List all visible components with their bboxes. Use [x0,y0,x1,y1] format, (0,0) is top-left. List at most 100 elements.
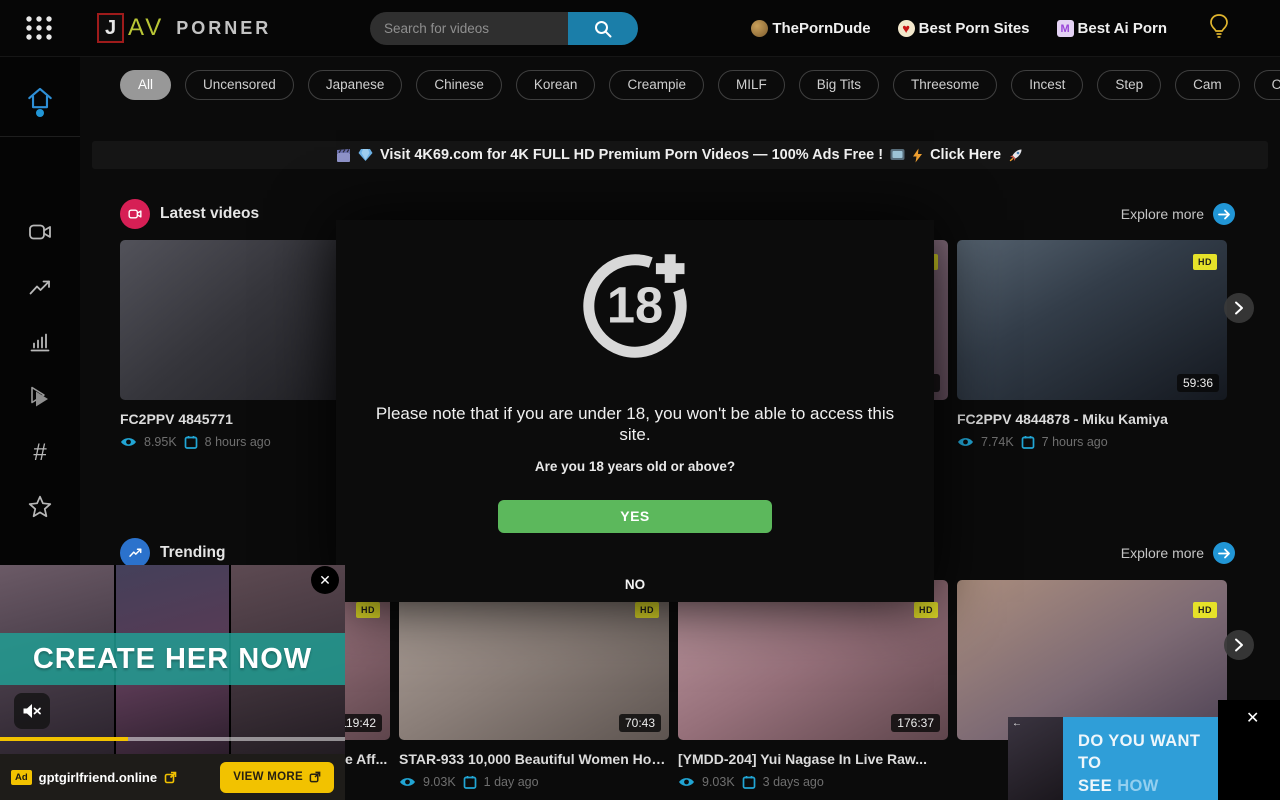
video-card[interactable]: HD 70:43 STAR-933 10,000 Beautiful Women… [399,580,669,789]
link-best-ai-porn[interactable]: M Best Ai Porn [1057,20,1167,37]
search-bar [370,12,638,45]
search-button[interactable] [568,12,638,45]
video-thumbnail[interactable]: HD [957,580,1227,740]
link-label: Best Porn Sites [919,20,1030,37]
view-more-button[interactable]: VIEW MORE [220,762,334,793]
purple-m-icon: M [1057,20,1074,37]
arrow-right-icon [1213,203,1235,225]
ad-close-button[interactable]: ✕ [311,566,339,594]
chip-incest[interactable]: Incest [1011,70,1083,100]
chip-creampie[interactable]: Creampie [609,70,704,100]
chip-japanese[interactable]: Japanese [308,70,403,100]
back-arrow-icon: ← [1012,718,1022,729]
ad-right-close-button[interactable]: ✕ [1246,708,1259,728]
hd-badge: HD [914,602,938,618]
bar-chart-icon [27,330,53,354]
ad-thumbnail-placeholder: ← [1008,717,1063,800]
latest-explore-more[interactable]: Explore more [1121,198,1235,230]
video-card[interactable]: HD 176:37 [YMDD-204] Yui Nagase In Live … [678,580,948,789]
video-thumbnail[interactable]: HD 70:43 [399,580,669,740]
view-count: 9.03K [423,775,456,789]
trending-next-arrow[interactable] [1224,630,1254,660]
logo-av: AV [128,14,164,42]
chip-uncensored[interactable]: Uncensored [185,70,294,100]
video-card[interactable]: HD [957,580,1227,740]
hashtag-icon: # [27,439,53,467]
trending-icon [120,538,150,568]
chip-chinese[interactable]: Chinese [416,70,502,100]
video-thumbnail[interactable]: HD 176:37 [678,580,948,740]
ad-domain-group[interactable]: Ad gptgirlfriend.online [11,770,177,785]
tv-icon [890,148,905,162]
section-title: Latest videos [160,205,259,223]
rocket-icon [1008,147,1024,163]
calendar-icon [184,435,198,449]
trending-up-icon [128,546,143,560]
latest-videos-header: Latest videos [120,198,259,230]
sidebar-item-favorites[interactable] [0,487,80,527]
header-links: ThePornDude ♥ Best Porn Sites M Best Ai … [751,0,1230,57]
lightbulb-icon[interactable] [1208,13,1230,44]
chip-cam[interactable]: Cam [1175,70,1240,100]
trending-explore-more[interactable]: Explore more [1121,537,1235,569]
site-logo[interactable]: J AV PORNER [97,13,271,43]
calendar-icon [1021,435,1035,449]
promo-banner[interactable]: Visit 4K69.com for 4K FULL HD Premium Po… [92,141,1268,169]
yes-button[interactable]: YES [498,500,772,533]
logo-porner: PORNER [176,18,271,39]
video-duration: 70:43 [619,714,661,732]
link-theporndude[interactable]: ThePornDude [751,20,870,37]
ad-banner-band[interactable]: CREATE HER NOW [0,633,345,685]
chip-all[interactable]: All [120,70,171,100]
view-count: 7.74K [981,435,1014,449]
video-title[interactable]: STAR-933 10,000 Beautiful Women Honj... [399,751,669,767]
chip-big-tits[interactable]: Big Tits [799,70,879,100]
trending-up-icon [27,276,53,300]
bottom-right-ad[interactable]: ← DO YOU WANT TO SEE HOW [1008,717,1218,800]
video-duration: 59:36 [1177,374,1219,392]
play-icon [27,384,53,410]
search-input[interactable] [370,12,568,45]
sidebar-item-tags[interactable]: # [0,433,80,473]
no-button[interactable]: NO [625,577,645,592]
video-card[interactable]: HD 59:36 FC2PPV 4844878 - Miku Kamiya 7.… [957,240,1227,449]
sidebar-item-videos[interactable] [0,212,80,252]
views-eye-icon [120,436,137,448]
gem-icon [358,148,373,162]
banner-text: Visit 4K69.com for 4K FULL HD Premium Po… [380,147,883,163]
view-count: 9.03K [702,775,735,789]
chip-milf[interactable]: MILF [718,70,785,100]
external-link-icon [309,771,321,783]
chip-threesome[interactable]: Threesome [893,70,997,100]
logo-j: J [97,13,124,43]
calendar-icon [742,775,756,789]
svg-text:#: # [33,439,47,466]
sidebar-item-rankings[interactable] [0,322,80,362]
search-icon [593,19,613,39]
lightning-icon [912,148,923,163]
video-thumbnail[interactable]: HD 59:36 [957,240,1227,400]
hd-badge: HD [356,602,380,618]
link-best-porn-sites[interactable]: ♥ Best Porn Sites [898,20,1030,37]
ad-tag-badge: Ad [11,770,32,785]
ad-progress-bar[interactable] [0,737,345,741]
category-chips: All Uncensored Japanese Chinese Korean C… [120,70,1280,100]
views-eye-icon [678,776,695,788]
external-link-icon [164,771,177,784]
muted-speaker-icon[interactable] [14,693,50,729]
video-title[interactable]: [YMDD-204] Yui Nagase In Live Raw... [678,751,948,767]
upload-age: 1 day ago [484,775,539,789]
grid-dots [24,14,54,42]
link-label: ThePornDude [772,20,870,37]
latest-next-arrow[interactable] [1224,293,1254,323]
calendar-icon [463,775,477,789]
chip-other[interactable]: Other [1254,70,1280,100]
star-icon [27,494,53,520]
video-title[interactable]: FC2PPV 4844878 - Miku Kamiya [957,411,1227,427]
sidebar-item-trending[interactable] [0,268,80,308]
chip-korean[interactable]: Korean [516,70,596,100]
svg-text:18: 18 [607,277,663,334]
sidebar-item-player[interactable] [0,377,80,417]
apps-grid-icon[interactable] [24,14,54,42]
chip-step[interactable]: Step [1097,70,1161,100]
